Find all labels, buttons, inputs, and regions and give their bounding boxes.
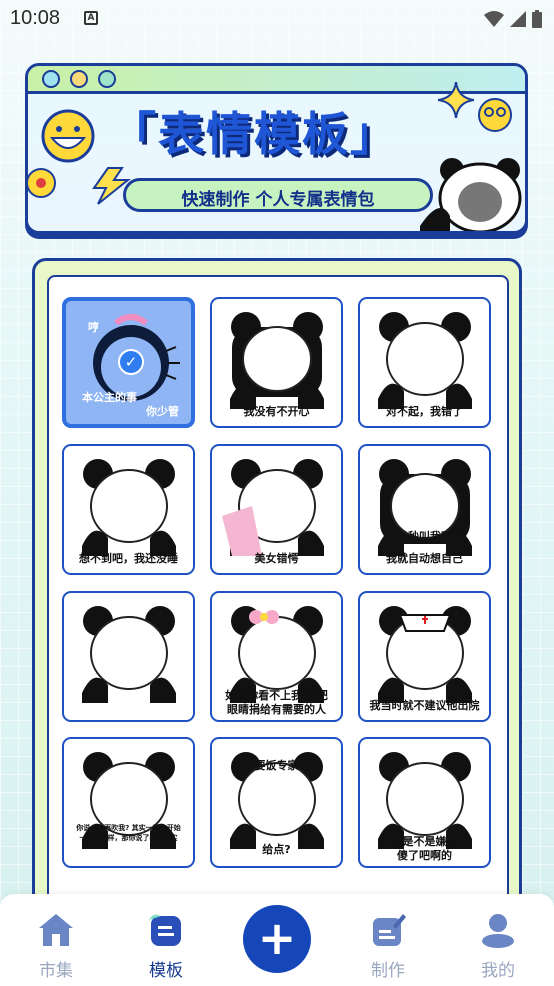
template-card[interactable]: 你说一你再吹我? 其实一我一开始 一我也一样，那你说了吧，其实 xyxy=(62,737,195,868)
window-dot-3 xyxy=(98,69,116,88)
template-caption-extra: 一我也一样，那你说了吧，其实 xyxy=(79,834,178,842)
template-card[interactable]: 如果你看不上我 请把 眼睛捐给有需要的人 xyxy=(210,591,343,722)
nav-item-market[interactable]: 市集 xyxy=(16,912,96,981)
dizzy-emoji-icon xyxy=(478,98,512,132)
status-time: 10:08 xyxy=(10,7,61,29)
nav-item-create[interactable]: 制作 xyxy=(348,912,428,981)
template-caption: 给点? xyxy=(262,843,291,856)
template-card[interactable]: 我当时就不建议他出院 xyxy=(358,591,491,722)
status-bar: 10:08 A xyxy=(0,0,554,38)
template-caption: 美女错愕 xyxy=(254,552,299,565)
template-card[interactable]: 哼本公主的事 你少管 ✓ xyxy=(62,297,195,428)
notification-app-icon: A xyxy=(84,11,98,25)
banner-subtitle-strip: 快速制作 个人专属表情包 xyxy=(123,178,433,212)
nav-label-market: 市集 xyxy=(39,961,73,981)
battery-icon xyxy=(532,10,542,28)
template-caption-extra: 你少管 xyxy=(146,405,179,418)
signal-icon xyxy=(510,11,526,27)
edit-icon xyxy=(373,914,406,946)
nav-label-templates: 模板 xyxy=(149,961,183,981)
template-card[interactable]: 你是不是嫌我 傻了吧啊的 xyxy=(358,737,491,868)
create-fab-button[interactable]: + xyxy=(243,905,311,973)
template-card[interactable]: 对不起，我错了 xyxy=(358,297,491,428)
template-banner: 「表情模板」 快速制作 个人专属表情包 xyxy=(25,63,528,234)
window-dot-2 xyxy=(70,69,88,88)
banner-subtitle: 快速制作 个人专属表情包 xyxy=(181,190,375,210)
status-icons xyxy=(484,10,542,28)
template-card[interactable]: 想不到吧，我还没睡 xyxy=(62,444,195,575)
sparkle-icon xyxy=(438,82,474,118)
profile-icon xyxy=(482,914,514,948)
template-caption: 我当时就不建议他出院 xyxy=(369,699,480,712)
template-caption-extra: 眼睛捐给有需要的人 xyxy=(227,703,326,716)
template-caption: 你说一你再吹我? 其实一我一开始 xyxy=(76,824,181,832)
template-top-caption: 下一秒叫我再学 xyxy=(386,530,463,543)
window-dot-1 xyxy=(42,69,60,88)
template-card[interactable] xyxy=(62,591,195,722)
template-caption: 我就自动想自己 xyxy=(386,552,463,565)
smiley-emoji-icon xyxy=(41,109,95,163)
template-top-caption: 要饭专家 xyxy=(254,759,299,772)
wifi-icon xyxy=(484,11,504,27)
nav-item-templates[interactable]: 模板 xyxy=(126,912,206,981)
home-icon xyxy=(39,914,73,946)
small-emoji-icon xyxy=(28,168,56,198)
template-card[interactable]: 美女错愕 xyxy=(210,444,343,575)
template-top-caption: 哼 xyxy=(88,321,99,334)
template-card[interactable]: 要饭专家给点? xyxy=(210,737,343,868)
template-caption: 对不起，我错了 xyxy=(386,405,463,418)
selected-check-icon: ✓ xyxy=(118,349,144,375)
template-card[interactable]: 下一秒叫我再学 我就自动想自己 xyxy=(358,444,491,575)
nav-item-profile[interactable]: 我的 xyxy=(458,912,538,981)
nav-label-profile: 我的 xyxy=(481,961,515,981)
nav-label-create: 制作 xyxy=(371,961,405,981)
banner-body: 「表情模板」 快速制作 个人专属表情包 xyxy=(28,82,525,231)
panda-face-illustration xyxy=(420,158,522,231)
panda-meme-image xyxy=(82,752,176,849)
template-caption-extra: 傻了吧啊的 xyxy=(397,849,452,862)
template-card[interactable]: 我没有不开心 xyxy=(210,297,343,428)
banner-title: 「表情模板」 xyxy=(110,107,398,161)
template-icon xyxy=(149,914,181,946)
template-caption: 我没有不开心 xyxy=(243,405,310,418)
template-caption: 本公主的事 xyxy=(82,391,137,404)
template-caption: 想不到吧，我还没睡 xyxy=(79,552,178,565)
panda-meme-image xyxy=(82,606,176,703)
